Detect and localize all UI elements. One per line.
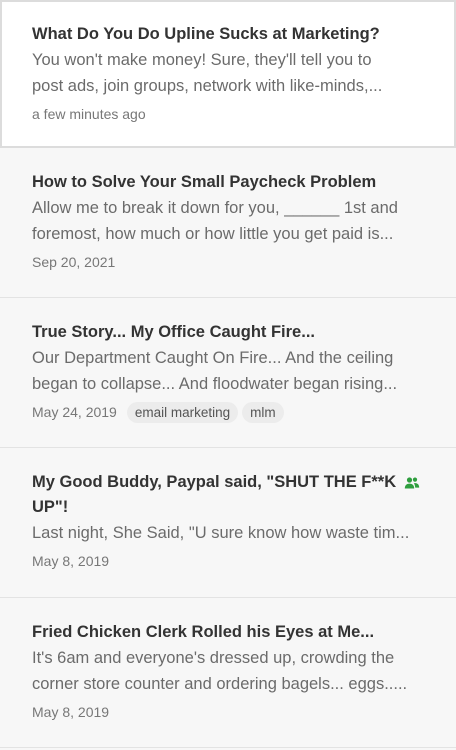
note-title: Fried Chicken Clerk Rolled his Eyes at M…: [32, 623, 375, 641]
note-item[interactable]: How to Solve Your Small Paycheck Problem…: [0, 148, 456, 298]
note-meta: May 8, 2019: [32, 701, 424, 723]
shared-users-icon: [404, 476, 420, 490]
note-date: May 24, 2019: [32, 404, 117, 420]
note-snippet-line: post ads, join groups, network with like…: [32, 77, 383, 95]
note-date: May 8, 2019: [32, 704, 110, 720]
note-snippet: You won't make money! Sure, they'll tell…: [32, 47, 424, 99]
note-title: What Do You Do Upline Sucks at Marketing…: [32, 25, 380, 43]
note-meta: May 24, 2019 email marketing mlm: [32, 401, 424, 423]
note-title-line: My Good Buddy, Paypal said, "SHUT THE F*…: [32, 473, 397, 491]
note-snippet: It's 6am and everyone's dressed up, crow…: [32, 645, 424, 697]
note-snippet: Allow me to break it down for you, _____…: [32, 195, 424, 247]
note-tag[interactable]: email marketing: [126, 401, 239, 423]
note-snippet-line: It's 6am and everyone's dressed up, crow…: [32, 649, 395, 667]
note-snippet-line: foremost, how much or how little you get…: [32, 225, 394, 243]
note-date: a few minutes ago: [32, 106, 146, 122]
note-title: How to Solve Your Small Paycheck Problem: [32, 173, 377, 191]
note-snippet-line: You won't make money! Sure, they'll tell…: [32, 51, 372, 69]
note-item-selected[interactable]: What Do You Do Upline Sucks at Marketing…: [0, 0, 456, 148]
note-title-line: UP"!: [32, 498, 69, 516]
note-snippet-line: corner store counter and ordering bagels…: [32, 675, 408, 693]
note-item[interactable]: True Story... My Office Caught Fire... O…: [0, 298, 456, 448]
note-title: True Story... My Office Caught Fire...: [32, 323, 315, 341]
note-meta: Sep 20, 2021: [32, 251, 424, 273]
note-item[interactable]: Fried Chicken Clerk Rolled his Eyes at M…: [0, 598, 456, 748]
note-snippet-line: began to collapse... And floodwater bega…: [32, 375, 398, 393]
note-meta: May 8, 2019: [32, 550, 424, 572]
note-meta: a few minutes ago: [32, 103, 424, 125]
note-snippet-line: Our Department Caught On Fire... And the…: [32, 349, 394, 367]
note-snippet: Last night, She Said, "U sure know how w…: [32, 524, 410, 542]
note-title: My Good Buddy, Paypal said, "SHUT THE F*…: [32, 470, 396, 520]
note-item[interactable]: My Good Buddy, Paypal said, "SHUT THE F*…: [0, 448, 456, 598]
note-snippet-line: Allow me to break it down for you, _____…: [32, 199, 398, 217]
note-snippet: Our Department Caught On Fire... And the…: [32, 345, 424, 397]
note-date: Sep 20, 2021: [32, 254, 116, 270]
note-date: May 8, 2019: [32, 553, 110, 569]
note-list: What Do You Do Upline Sucks at Marketing…: [0, 0, 456, 748]
note-tag[interactable]: mlm: [242, 401, 284, 423]
